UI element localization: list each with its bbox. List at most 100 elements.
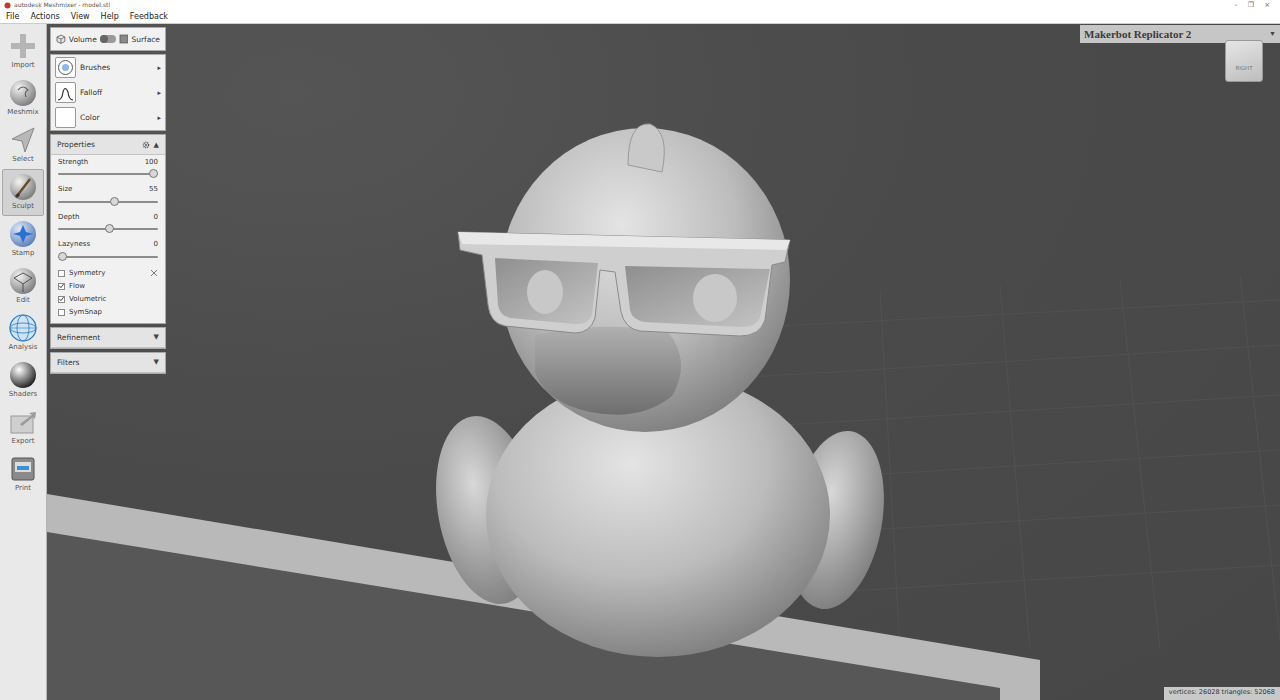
- menu-item[interactable]: Help: [101, 13, 119, 21]
- tool-button[interactable]: Edit: [2, 263, 44, 310]
- window-control[interactable]: –: [1234, 2, 1238, 9]
- viewport-scene[interactable]: [47, 24, 1280, 700]
- slider-track[interactable]: [58, 168, 158, 180]
- toggle-knob: [100, 35, 108, 43]
- group-label: Brushes: [80, 63, 153, 72]
- viewport[interactable]: VolumeSurfaceBrushes▸Falloff▸Color▸Prope…: [47, 24, 1280, 700]
- section-arrow: ▼: [154, 358, 159, 366]
- wireframe-sphere-icon: [8, 313, 38, 343]
- window-control[interactable]: ❐: [1248, 2, 1254, 9]
- tool-label: Analysis: [9, 344, 38, 352]
- slider-track[interactable]: [58, 251, 158, 263]
- slider-label: Lazyness: [58, 240, 90, 248]
- checkbox-row[interactable]: Symmetry: [51, 267, 165, 280]
- checkbox[interactable]: [58, 270, 65, 277]
- group-row[interactable]: Color▸: [51, 105, 165, 130]
- slider-thumb[interactable]: [149, 169, 158, 178]
- tool-label: Sculpt: [12, 203, 34, 211]
- section-header[interactable]: Refinement ▼: [51, 328, 165, 348]
- sphere-tool-icon: [8, 78, 38, 108]
- slider-line: [58, 173, 158, 175]
- slider-reading: 0: [154, 213, 158, 221]
- cube-icon: [56, 34, 66, 44]
- menu-bar: File Actions View Help Feedback: [0, 10, 1280, 24]
- property-slider: Size55: [51, 182, 165, 209]
- tool-bar: Import Meshmix Select Sculpt Stamp Edit Analys…: [0, 24, 47, 700]
- mode-toggle[interactable]: [100, 35, 116, 43]
- menu-item[interactable]: File: [6, 13, 19, 21]
- tool-label: Meshmix: [7, 109, 38, 117]
- property-slider: Depth0: [51, 210, 165, 237]
- sphere-tool-icon: [8, 219, 38, 249]
- properties-header[interactable]: Properties ▲: [51, 135, 165, 155]
- checkbox[interactable]: [58, 309, 65, 316]
- checkbox-row[interactable]: Volumetric: [51, 293, 165, 306]
- group-section: Brushes▸Falloff▸Color▸: [50, 54, 166, 131]
- tool-button[interactable]: Select: [2, 122, 44, 169]
- mesh-stats: vertices: 26028 triangles: 52068: [1169, 688, 1275, 696]
- tool-label: Select: [12, 156, 34, 164]
- dropdown-arrow: ▼: [1269, 30, 1276, 38]
- tool-label: Import: [11, 62, 34, 70]
- group-arrow: ▸: [157, 89, 161, 97]
- tool-button[interactable]: Stamp: [2, 216, 44, 263]
- slider-track[interactable]: [58, 196, 158, 208]
- group-label: Color: [80, 113, 153, 122]
- menu-item[interactable]: View: [71, 13, 90, 21]
- symmetry-settings-icon[interactable]: [150, 269, 158, 277]
- slider-label: Size: [58, 185, 72, 193]
- tool-button[interactable]: Export: [2, 404, 44, 451]
- properties-section: Properties ▲ Strength 100 Size55Depth0 Lazyne…: [50, 134, 166, 324]
- view-cube-label: RIGHT: [1235, 65, 1252, 71]
- slider-track[interactable]: [58, 223, 158, 235]
- group-row[interactable]: Falloff▸: [51, 80, 165, 105]
- tool-button[interactable]: Print: [2, 451, 44, 498]
- plus-icon: [8, 31, 38, 61]
- window-control[interactable]: ×: [1264, 2, 1270, 9]
- checkbox-row[interactable]: Flow: [51, 280, 165, 293]
- duck-model[interactable]: [422, 124, 897, 657]
- tool-button[interactable]: Shaders: [2, 357, 44, 404]
- gear-icon[interactable]: [142, 141, 150, 149]
- checkbox-label: SymSnap: [69, 308, 158, 316]
- checkbox-label: Volumetric: [69, 295, 158, 303]
- view-cube[interactable]: RIGHT: [1225, 40, 1263, 82]
- tool-label: Stamp: [12, 250, 35, 258]
- slider-thumb[interactable]: [110, 197, 119, 206]
- section-arrow: ▼: [154, 333, 159, 341]
- slider-thumb[interactable]: [58, 252, 67, 261]
- section-title: Refinement: [57, 333, 150, 342]
- export-box-icon: [8, 407, 38, 437]
- group-row[interactable]: Brushes ▸: [51, 55, 165, 80]
- slider-label: Strength: [58, 158, 88, 166]
- tool-label: Export: [12, 438, 35, 446]
- tool-button[interactable]: Meshmix: [2, 75, 44, 122]
- tool-label: Print: [15, 485, 31, 493]
- section-header[interactable]: Filters▼: [51, 353, 165, 373]
- collapsed-section: Refinement ▼: [50, 327, 166, 349]
- mode-left-label: Volume: [69, 35, 97, 44]
- section-arrow: ▲: [154, 141, 159, 149]
- menu-item[interactable]: Actions: [30, 13, 59, 21]
- menu-item[interactable]: Feedback: [130, 13, 168, 21]
- brush-icon: [57, 59, 74, 76]
- collapsed-section: Filters▼: [50, 352, 166, 374]
- title-bar: autodesk Meshmixer - model.stl–❐×: [0, 0, 1280, 10]
- slider-reading: 100: [145, 158, 158, 166]
- check-mark-icon: [59, 296, 64, 302]
- slider-thumb[interactable]: [105, 224, 114, 233]
- checkbox-row[interactable]: SymSnap: [51, 306, 165, 319]
- checkbox[interactable]: [58, 296, 65, 303]
- group-arrow: ▸: [157, 64, 161, 72]
- sphere-tool-icon: [8, 360, 38, 390]
- tool-button[interactable]: Import: [2, 28, 44, 75]
- surface-icon: [119, 34, 129, 44]
- tool-button[interactable]: Sculpt: [2, 169, 44, 216]
- sphere-tool-icon: [8, 172, 38, 202]
- checkbox[interactable]: [58, 283, 65, 290]
- tool-button[interactable]: Analysis: [2, 310, 44, 357]
- tool-label: Edit: [16, 297, 30, 305]
- property-slider: Strength 100: [51, 155, 165, 182]
- meshmixer-window: autodesk Meshmixer - model.stl–❐×FileAct…: [0, 0, 1280, 700]
- section-title: Properties: [57, 140, 138, 149]
